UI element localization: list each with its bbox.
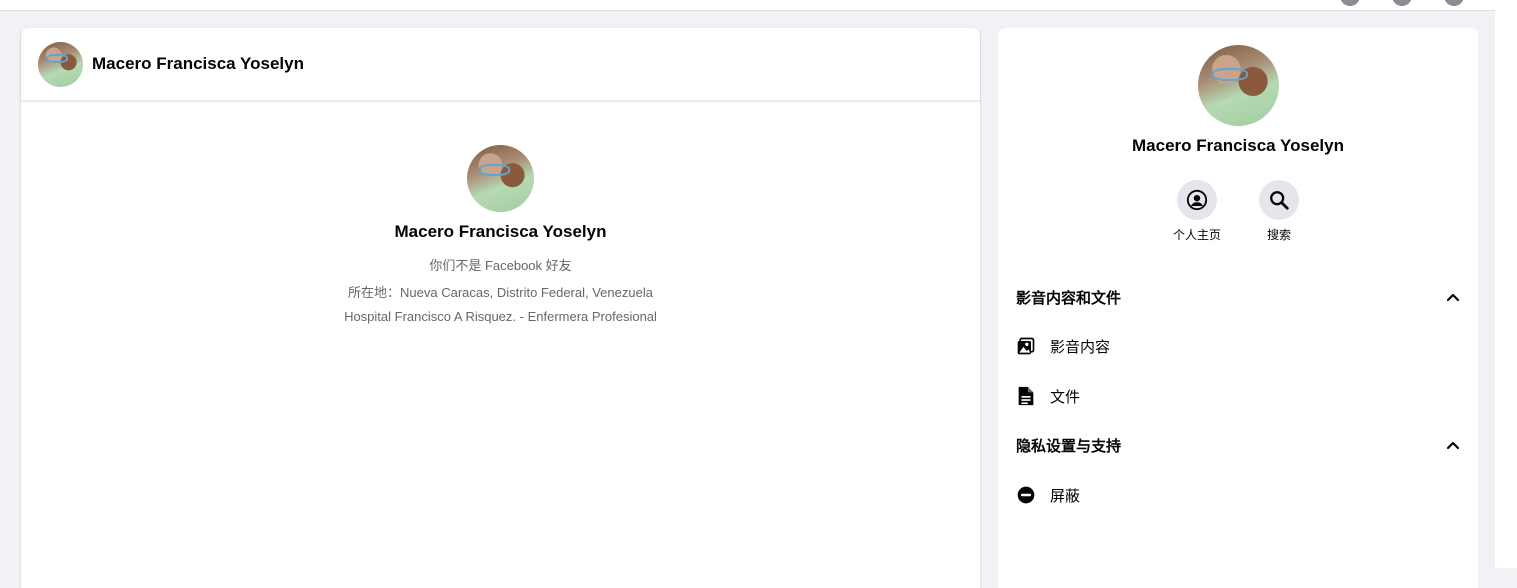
section-item-label: 影音内容	[1050, 338, 1111, 356]
chevron-up-icon[interactable]	[1446, 438, 1460, 452]
file-icon	[1016, 386, 1036, 406]
top-bar	[0, 0, 1495, 11]
profile-label: 个人主页	[1173, 228, 1222, 242]
work-text: Hospital Francisco A Risquez. - Enfermer…	[344, 309, 657, 324]
section-item-label: 文件	[1050, 388, 1081, 406]
block-icon	[1016, 485, 1036, 505]
media-icon	[1016, 336, 1036, 356]
side-panel: Macero Francisca Yoselyn 个人主页 搜索 影音内容和文件…	[998, 28, 1478, 588]
location-text: 所在地：Nueva Caracas, Distrito Federal, Ven…	[348, 285, 653, 300]
side-contact-name: Macero Francisca Yoselyn	[1132, 136, 1344, 155]
section-item-label: 屏蔽	[1050, 487, 1081, 505]
section-media-files[interactable]: 影音内容和文件	[1016, 282, 1460, 312]
scrollbar[interactable]	[1495, 0, 1517, 568]
search-icon[interactable]	[1259, 180, 1299, 220]
contact-name: Macero Francisca Yoselyn	[394, 222, 607, 241]
section-item-files[interactable]: 文件	[1016, 381, 1080, 411]
chat-header-name[interactable]: Macero Francisca Yoselyn	[92, 54, 304, 74]
section-item-media[interactable]: 影音内容	[1016, 331, 1110, 361]
chat-panel: Macero Francisca Yoselyn Macero Francisc…	[21, 28, 980, 588]
search-label: 搜索	[1266, 228, 1291, 242]
avatar[interactable]	[467, 145, 534, 212]
search-button[interactable]: 搜索	[1258, 180, 1300, 243]
avatar[interactable]	[1197, 45, 1279, 126]
friend-status-text: 你们不是 Facebook 好友	[429, 258, 572, 273]
profile-icon[interactable]	[1177, 180, 1217, 220]
section-privacy-support[interactable]: 隐私设置与支持	[1016, 430, 1460, 460]
profile-button[interactable]: 个人主页	[1173, 180, 1222, 243]
section-title: 影音内容和文件	[1016, 289, 1122, 307]
side-profile: Macero Francisca Yoselyn 个人主页 搜索	[998, 28, 1478, 243]
chat-header: Macero Francisca Yoselyn	[21, 28, 980, 101]
section-item-block[interactable]: 屏蔽	[1016, 480, 1080, 510]
avatar[interactable]	[38, 41, 83, 87]
contact-intro: Macero Francisca Yoselyn 你们不是 Facebook 好…	[21, 145, 980, 324]
chevron-up-icon[interactable]	[1446, 290, 1460, 304]
section-title: 隐私设置与支持	[1016, 437, 1122, 455]
profile-actions: 个人主页 搜索	[1173, 180, 1300, 243]
